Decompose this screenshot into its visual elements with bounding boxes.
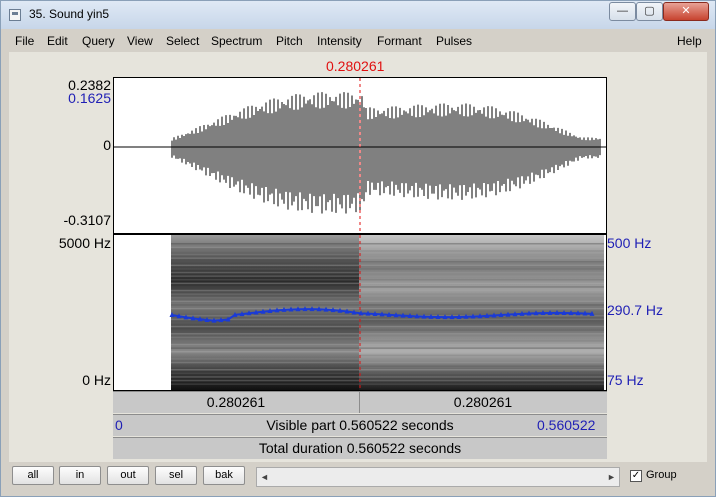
- spectrogram-band: [171, 318, 604, 321]
- title-bar[interactable]: 35. Sound yin5 — ▢ ✕: [1, 1, 715, 29]
- spectrogram-band: [171, 325, 604, 328]
- spectrogram-band: [171, 369, 604, 371]
- group-checkbox-label: Group: [646, 469, 677, 481]
- spectrogram-panel[interactable]: [113, 234, 607, 391]
- zoom-back-button[interactable]: bak: [203, 466, 245, 485]
- minimize-button[interactable]: —: [609, 2, 636, 21]
- spectrogram-band: [171, 297, 604, 299]
- horizontal-scrollbar[interactable]: ◄ ►: [256, 467, 620, 487]
- waveform-signal: [114, 92, 601, 214]
- spectrogram-graph: [169, 235, 604, 390]
- waveform-y-blue: 0.1625: [68, 90, 111, 106]
- spectrogram-band: [171, 250, 604, 252]
- spectrogram-band: [171, 333, 604, 335]
- waveform-y-zero: 0: [103, 137, 111, 153]
- spectrogram-band: [171, 289, 604, 292]
- scroll-right-arrow-icon[interactable]: ►: [604, 468, 619, 486]
- waveform-graph: [114, 78, 606, 233]
- menu-pulses[interactable]: Pulses: [436, 34, 472, 48]
- spectrogram-band: [171, 261, 604, 263]
- time-bar-right[interactable]: 0.280261: [360, 392, 606, 413]
- total-duration-text: Total duration 0.560522 seconds: [258, 440, 462, 456]
- visible-end: 0.560522: [537, 417, 596, 433]
- spectrogram-band: [171, 300, 604, 303]
- cursor-time-label: 0.280261: [326, 58, 385, 74]
- waveform-y-min: -0.3107: [63, 212, 111, 228]
- menu-select[interactable]: Select: [166, 34, 199, 48]
- menu-pitch[interactable]: Pitch: [276, 34, 303, 48]
- menu-intensity[interactable]: Intensity: [317, 34, 362, 48]
- menu-bar: File Edit Query View Select Spectrum Pit…: [9, 31, 707, 51]
- spectrogram-band: [171, 340, 604, 342]
- spec-freq-min: 0 Hz: [82, 372, 111, 388]
- spectrogram-band: [171, 286, 604, 288]
- spec-freq-max: 5000 Hz: [58, 235, 111, 251]
- spectrogram-band: [171, 383, 604, 385]
- maximize-button[interactable]: ▢: [636, 2, 663, 21]
- scroll-left-arrow-icon[interactable]: ◄: [257, 468, 272, 486]
- visible-part-text: Visible part 0.560522 seconds: [266, 417, 454, 433]
- window-app-icon: [9, 9, 21, 21]
- menu-view[interactable]: View: [127, 34, 153, 48]
- spectrogram-band: [171, 343, 604, 346]
- spectrogram-band: [171, 307, 604, 310]
- spectrogram-band: [171, 304, 604, 306]
- menu-file[interactable]: File: [15, 34, 34, 48]
- pitch-axis-min: 75 Hz: [607, 372, 644, 388]
- time-bar[interactable]: 0.280261 0.280261: [113, 391, 607, 413]
- menu-help[interactable]: Help: [677, 34, 702, 48]
- spectrogram-band: [171, 279, 604, 281]
- visible-part-bar[interactable]: Visible part 0.560522 seconds: [113, 414, 607, 436]
- spectrogram-band: [171, 253, 604, 256]
- spectrogram-band: [171, 358, 604, 360]
- spectrogram-band: [171, 351, 604, 353]
- spectrogram-band: [171, 336, 604, 339]
- menu-spectrum[interactable]: Spectrum: [211, 34, 262, 48]
- spectrogram-band: [171, 372, 604, 375]
- menu-formant[interactable]: Formant: [377, 34, 422, 48]
- zoom-in-button[interactable]: in: [59, 466, 101, 485]
- spectrogram-band: [171, 275, 604, 277]
- spectrogram-band: [171, 264, 604, 267]
- spectrogram-band: [171, 243, 604, 245]
- spectrogram-band: [171, 322, 604, 324]
- spectrogram-band: [171, 347, 604, 349]
- group-checkbox[interactable]: ✓: [630, 470, 642, 482]
- window-title: 35. Sound yin5: [29, 7, 110, 21]
- menu-edit[interactable]: Edit: [47, 34, 68, 48]
- pitch-axis-max: 500 Hz: [607, 235, 652, 251]
- editor-content: 0.280261 0.2382 0.1625 0 -0.3107 5000 Hz…: [9, 52, 707, 462]
- spectrogram-band: [171, 246, 604, 249]
- spectrogram-band: [171, 361, 604, 364]
- spectrogram-band: [171, 257, 604, 259]
- visible-start: 0: [115, 417, 123, 433]
- time-bar-left[interactable]: 0.280261: [113, 392, 360, 413]
- spectrogram-band: [171, 379, 604, 382]
- spectrogram-band: [171, 376, 604, 378]
- spectrogram-band: [171, 293, 604, 295]
- spectrogram-band: [171, 365, 604, 367]
- bottom-toolbar: all in out sel bak ◄ ► ✓ Group: [9, 464, 707, 490]
- waveform-panel[interactable]: [113, 77, 607, 234]
- spectrogram-band: [171, 329, 604, 331]
- close-button[interactable]: ✕: [663, 2, 709, 21]
- spectrogram-band: [171, 282, 604, 285]
- menu-query[interactable]: Query: [82, 34, 115, 48]
- spectrogram-band: [171, 271, 604, 274]
- pitch-current: 290.7 Hz: [607, 302, 664, 318]
- total-duration-bar[interactable]: Total duration 0.560522 seconds: [113, 437, 607, 459]
- zoom-all-button[interactable]: all: [12, 466, 54, 485]
- praat-sound-editor-window: 35. Sound yin5 — ▢ ✕ File Edit Query Vie…: [0, 0, 716, 497]
- zoom-out-button[interactable]: out: [107, 466, 149, 485]
- spectrogram-band: [171, 354, 604, 357]
- zoom-sel-button[interactable]: sel: [155, 466, 197, 485]
- spectrogram-band: [171, 268, 604, 270]
